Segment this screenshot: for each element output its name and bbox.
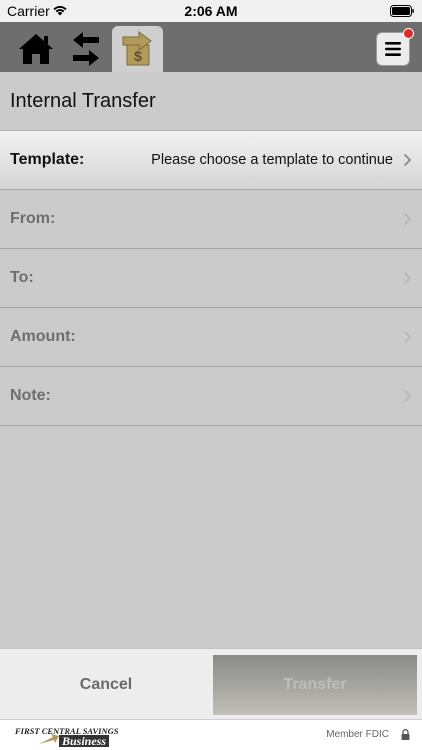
member-fdic: Member FDIC [326,729,389,740]
page-header: Internal Transfer [0,72,422,131]
to-row[interactable]: To: [0,249,422,308]
from-row[interactable]: From: [0,190,422,249]
footer: FIRST CENTRAL SAVINGS Business Member FD… [0,719,422,750]
amount-label: Amount: [10,328,76,345]
logo-swoosh-icon [39,734,59,744]
home-icon [19,34,53,64]
lock-icon [401,729,410,740]
battery-icon [390,5,414,17]
menu-button[interactable] [376,28,414,66]
note-row[interactable]: Note: [0,367,422,426]
chevron-right-icon [403,330,412,344]
chevron-right-icon [403,389,412,403]
swap-button[interactable] [63,26,109,72]
template-row[interactable]: Template: Please choose a template to co… [0,131,422,190]
transfer-button[interactable]: Transfer [213,655,417,715]
swap-arrows-icon [73,32,99,66]
action-bar: Cancel Transfer [0,648,422,719]
top-nav: $ [0,22,422,72]
chevron-right-icon [403,212,412,226]
note-label: Note: [10,387,51,404]
page-title: Internal Transfer [10,90,156,112]
logo-bottom-text: Business [59,735,110,747]
svg-text:$: $ [134,48,142,64]
template-value: Please choose a template to continue [151,152,393,168]
notification-badge [403,28,414,39]
amount-row[interactable]: Amount: [0,308,422,367]
cancel-button[interactable]: Cancel [0,649,212,720]
template-label: Template: [10,151,85,168]
home-button[interactable] [13,26,59,72]
to-label: To: [10,269,34,286]
from-label: From: [10,210,56,227]
transfer-form: Template: Please choose a template to co… [0,131,422,426]
transfer-money-icon: $ [122,31,152,66]
chevron-right-icon [403,271,412,285]
chevron-right-icon [403,153,412,167]
hamburger-menu-icon [385,42,401,56]
status-bar: Carrier 2:06 AM [0,0,422,22]
bank-logo: FIRST CENTRAL SAVINGS Business [15,724,125,748]
status-time: 2:06 AM [184,3,238,19]
transfer-tab[interactable]: $ [112,26,163,72]
